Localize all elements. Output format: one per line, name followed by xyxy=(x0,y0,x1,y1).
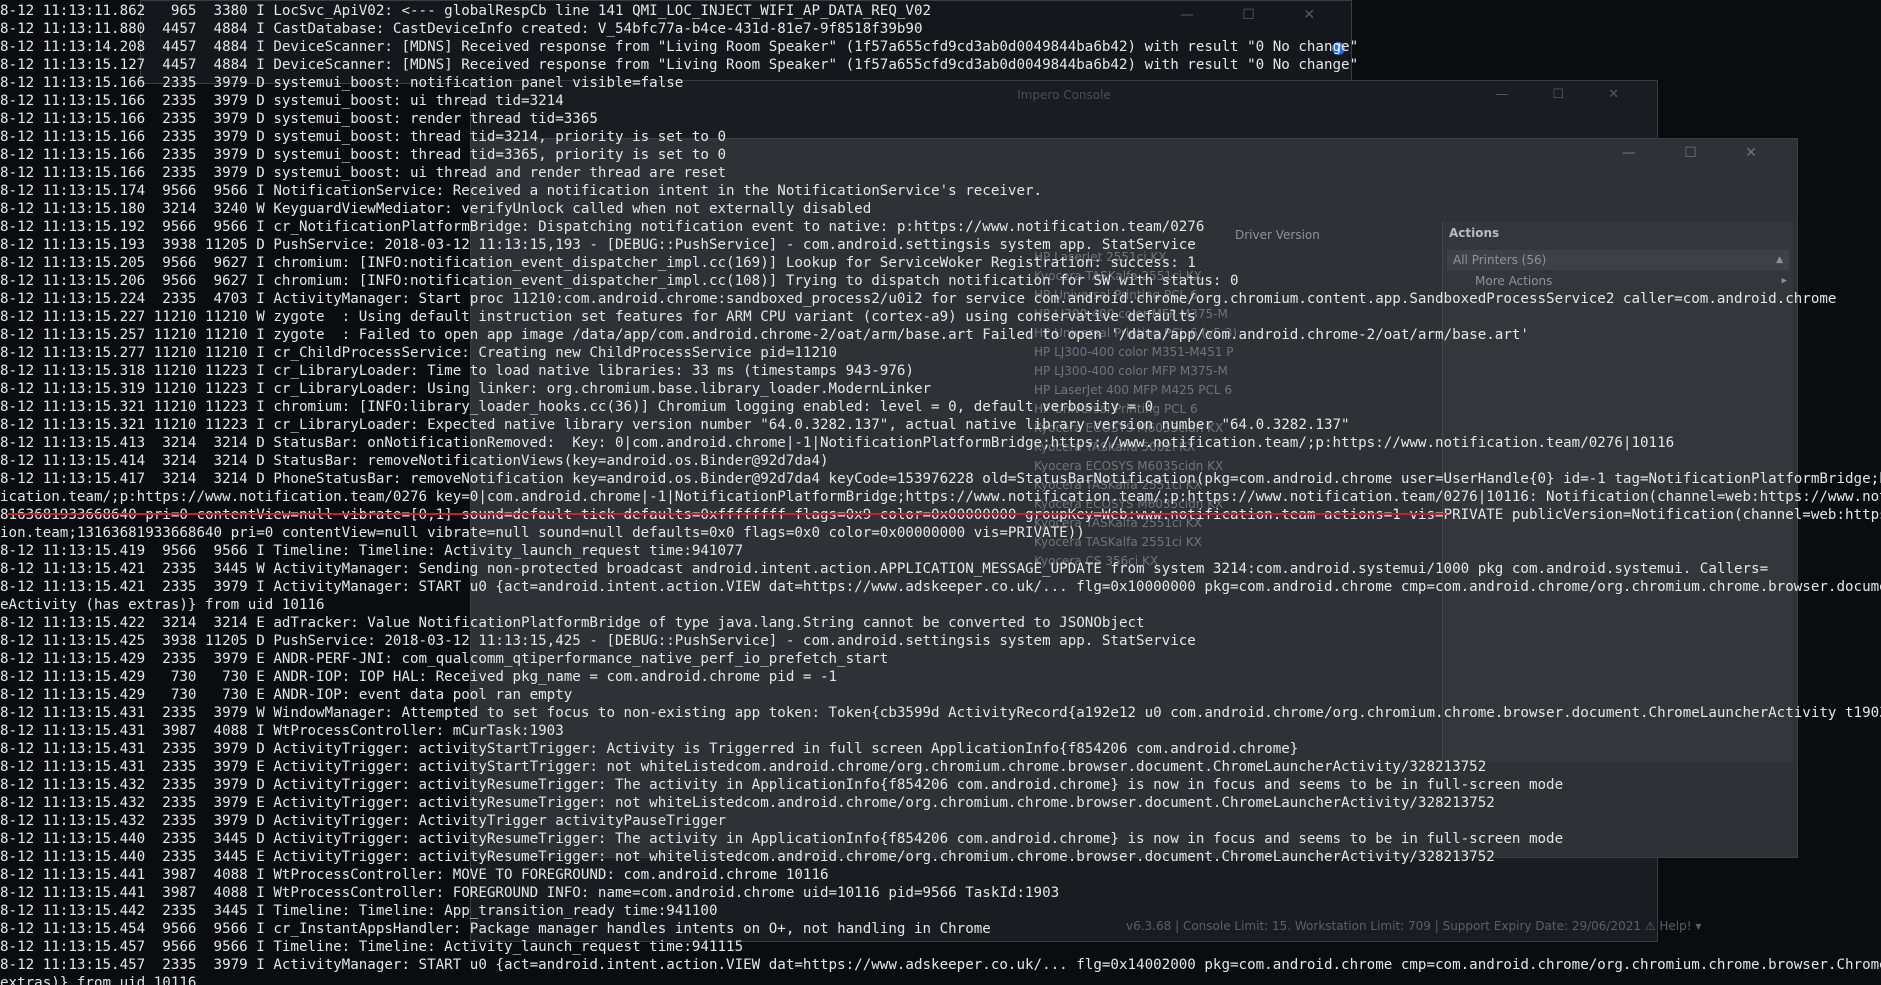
log-line: 8-12 11:13:15.166 2335 3979 D systemui_b… xyxy=(0,93,564,109)
log-line: 8-12 11:13:15.440 2335 3445 E ActivityTr… xyxy=(0,849,1495,865)
logcat-output: 8-12 11:13:11.862 965 3380 I LocSvc_ApiV… xyxy=(0,0,1881,985)
log-line: 8-12 11:13:15.431 2335 3979 E ActivityTr… xyxy=(0,759,1487,775)
log-line: 8-12 11:13:15.224 2335 4703 I ActivityMa… xyxy=(0,291,1837,307)
log-line: 8-12 11:13:15.414 3214 3214 D StatusBar:… xyxy=(0,453,829,469)
log-line: 8-12 11:13:15.431 3987 4088 I WtProcessC… xyxy=(0,723,564,739)
log-line: 8-12 11:13:15.431 2335 3979 W WindowMana… xyxy=(0,705,1881,721)
log-line: 8-12 11:13:15.166 2335 3979 D systemui_b… xyxy=(0,147,727,163)
log-line: eActivity (has extras)} from uid 10116 xyxy=(0,597,325,613)
log-line: 8-12 11:13:14.208 4457 4884 I DeviceScan… xyxy=(0,39,1359,55)
log-line: 8-12 11:13:15.192 9566 9566 I cr_Notific… xyxy=(0,219,1205,235)
log-line: 8-12 11:13:11.880 4457 4884 I CastDataba… xyxy=(0,21,923,37)
log-line: 8-12 11:13:15.174 9566 9566 I Notificati… xyxy=(0,183,1043,199)
log-line: ication.team/;p:https://www.notification… xyxy=(0,489,1881,505)
log-line: 8-12 11:13:15.227 11210 11210 W zygote :… xyxy=(0,309,1196,325)
log-line: 8-12 11:13:15.454 9566 9566 I cr_Instant… xyxy=(0,921,991,937)
log-line: 8-12 11:13:15.193 3938 11205 D PushServi… xyxy=(0,237,1196,253)
log-line: 8-12 11:13:15.457 2335 3979 I ActivityMa… xyxy=(0,957,1881,973)
log-line: 8-12 11:13:15.166 2335 3979 D systemui_b… xyxy=(0,165,727,181)
log-line: 8-12 11:13:15.166 2335 3979 D systemui_b… xyxy=(0,75,684,91)
log-line: 8-12 11:13:15.441 3987 4088 I WtProcessC… xyxy=(0,867,829,883)
log-line: 8-12 11:13:15.257 11210 11210 I zygote :… xyxy=(0,327,1529,343)
log-line: ion.team;13163681933668640 pri=0 content… xyxy=(0,525,1085,541)
log-line: 8-12 11:13:15.441 3987 4088 I WtProcessC… xyxy=(0,885,1060,901)
log-line: 8-12 11:13:15.413 3214 3214 D StatusBar:… xyxy=(0,435,1675,451)
log-line: 8-12 11:13:15.429 730 730 E ANDR-IOP: ev… xyxy=(0,687,573,703)
log-line: 8-12 11:13:15.440 2335 3445 D ActivityTr… xyxy=(0,831,1564,847)
log-line: 8-12 11:13:15.166 2335 3979 D systemui_b… xyxy=(0,129,727,145)
log-line: 8-12 11:13:15.425 3938 11205 D PushServi… xyxy=(0,633,1196,649)
log-line: 8-12 11:13:15.429 2335 3979 E ANDR-PERF-… xyxy=(0,651,889,667)
log-line: 8-12 11:13:15.319 11210 11223 I cr_Libra… xyxy=(0,381,932,397)
log-line: 8-12 11:13:11.862 965 3380 I LocSvc_ApiV… xyxy=(0,3,932,19)
log-line: 8-12 11:13:15.277 11210 11210 I cr_Child… xyxy=(0,345,838,361)
log-line: 8163681933668640 pri=0 contentView=null … xyxy=(0,507,1881,523)
log-line: 8-12 11:13:15.431 2335 3979 D ActivityTr… xyxy=(0,741,1299,757)
log-line: 8-12 11:13:15.421 2335 3445 W ActivityMa… xyxy=(0,561,1769,577)
log-line: 8-12 11:13:15.205 9566 9627 I chromium: … xyxy=(0,255,1196,271)
log-line: 8-12 11:13:15.318 11210 11223 I cr_Libra… xyxy=(0,363,914,379)
log-line: 8-12 11:13:15.127 4457 4884 I DeviceScan… xyxy=(0,57,1359,73)
log-line: 8-12 11:13:15.422 3214 3214 E adTracker:… xyxy=(0,615,1145,631)
log-line: 8-12 11:13:15.432 2335 3979 E ActivityTr… xyxy=(0,795,1495,811)
log-line: 8-12 11:13:15.442 2335 3445 I Timeline: … xyxy=(0,903,718,919)
log-line: 8-12 11:13:15.180 3214 3240 W KeyguardVi… xyxy=(0,201,872,217)
log-line: 8-12 11:13:15.321 11210 11223 I cr_Libra… xyxy=(0,417,1350,433)
log-line: 8-12 11:13:15.417 3214 3214 D PhoneStatu… xyxy=(0,471,1881,487)
log-line: 8-12 11:13:15.432 2335 3979 D ActivityTr… xyxy=(0,777,1564,793)
log-line: extras)} from uid 10116 xyxy=(0,975,197,985)
log-line: 8-12 11:13:15.206 9566 9627 I chromium: … xyxy=(0,273,1239,289)
log-line: 8-12 11:13:15.419 9566 9566 I Timeline: … xyxy=(0,543,744,559)
red-underline-annotation xyxy=(8,513,1446,515)
log-line: 8-12 11:13:15.432 2335 3979 D ActivityTr… xyxy=(0,813,727,829)
log-line: 8-12 11:13:15.457 9566 9566 I Timeline: … xyxy=(0,939,744,955)
log-line: 8-12 11:13:15.421 2335 3979 I ActivityMa… xyxy=(0,579,1881,595)
log-line: 8-12 11:13:15.321 11210 11223 I chromium… xyxy=(0,399,1154,415)
log-line: 8-12 11:13:15.429 730 730 E ANDR-IOP: IO… xyxy=(0,669,838,685)
log-line: 8-12 11:13:15.166 2335 3979 D systemui_b… xyxy=(0,111,598,127)
